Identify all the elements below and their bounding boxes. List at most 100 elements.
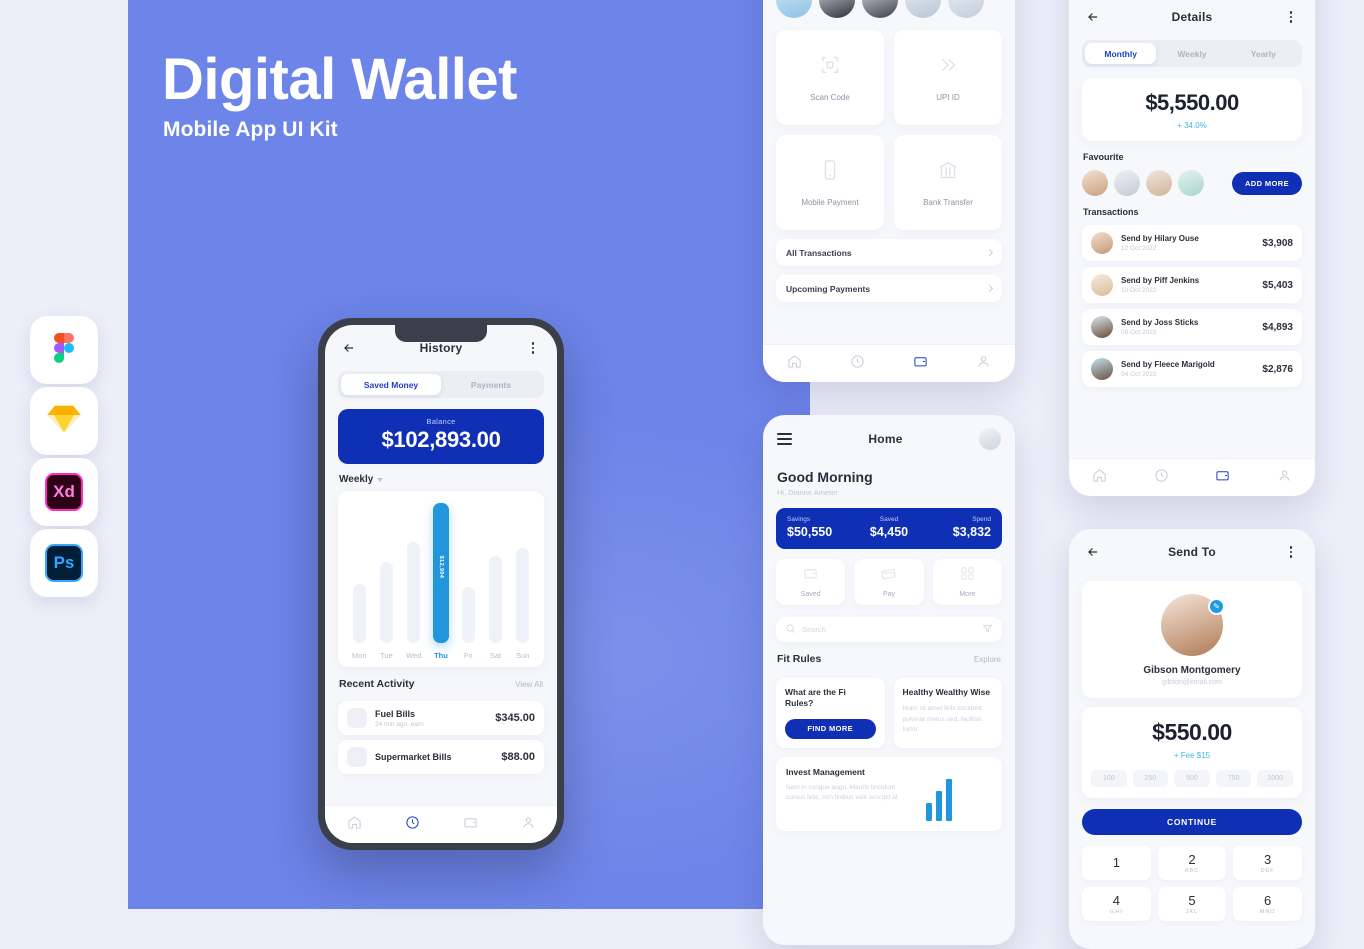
axis-tick: Fri	[463, 651, 473, 660]
chevron-right-icon	[985, 284, 994, 293]
bar-column	[456, 503, 480, 643]
avatar[interactable]	[905, 0, 941, 18]
content-card-row: What are the Fi Rules? FIND MORE Healthy…	[763, 671, 1015, 748]
period-label: Weekly	[339, 474, 374, 485]
nav-home-icon[interactable]	[787, 354, 802, 374]
key-1[interactable]: 1	[1082, 846, 1151, 880]
table-row[interactable]: Send by Piff Jenkins 10 Oct 2022 $5,403	[1082, 267, 1302, 303]
action-pay[interactable]: Pay	[854, 559, 924, 605]
back-arrow-icon[interactable]	[1083, 7, 1103, 27]
key-letters: GHI	[1109, 909, 1123, 915]
figma-tool-button[interactable]	[30, 316, 98, 384]
view-all-link[interactable]: View All	[515, 680, 543, 689]
recipient-avatar[interactable]: ✎	[1161, 594, 1225, 656]
period-selector[interactable]: Weekly	[325, 464, 557, 485]
tile-label: UPI ID	[936, 92, 960, 102]
avatar	[1091, 316, 1113, 338]
avatar[interactable]	[862, 0, 898, 18]
tile-scan-code[interactable]: Scan Code	[776, 30, 884, 125]
chip-100[interactable]: 100	[1091, 770, 1127, 787]
contact-avatar-strip	[763, 0, 1015, 18]
table-row[interactable]: Send by Hilary Ouse 12 Oct 2022 $3,908	[1082, 225, 1302, 261]
find-more-button[interactable]: FIND MORE	[785, 718, 876, 739]
nav-wallet-icon[interactable]	[463, 815, 478, 835]
card-invest-management[interactable]: Invest Management Nam in congue augu. Ma…	[776, 756, 1002, 831]
explore-link[interactable]: Explore	[974, 655, 1001, 664]
transaction-date: 12 Oct 2022	[1121, 245, 1157, 252]
tab-weekly[interactable]: Weekly	[1156, 43, 1227, 64]
home-header: Home	[763, 415, 1015, 459]
nav-home-icon[interactable]	[1092, 468, 1107, 488]
avatar[interactable]	[948, 0, 984, 18]
nav-profile-icon[interactable]	[1277, 468, 1292, 488]
favourite-label: Favourite	[1083, 152, 1124, 162]
nav-history-icon[interactable]	[850, 354, 865, 374]
stat-value: $3,832	[952, 525, 991, 539]
avatar[interactable]	[819, 0, 855, 18]
nav-history-icon[interactable]	[405, 815, 420, 835]
add-more-button[interactable]: ADD MORE	[1231, 171, 1302, 195]
row-all-transactions[interactable]: All Transactions	[776, 239, 1002, 266]
chip-750[interactable]: 750	[1215, 770, 1252, 787]
more-options-icon[interactable]	[523, 338, 543, 358]
menu-icon[interactable]	[777, 433, 792, 445]
chevrons-right-icon	[937, 54, 959, 81]
payment-phone: Scan Code UPI ID Mobile Payment Bank Tra…	[763, 0, 1015, 382]
table-row[interactable]: Send by Fleece Marigold 04 Oct 2022 $2,8…	[1082, 351, 1302, 387]
nav-home-icon[interactable]	[347, 815, 362, 835]
tile-mobile-payment[interactable]: Mobile Payment	[776, 135, 884, 230]
bottom-navigation	[325, 805, 557, 843]
key-6[interactable]: 6 MNO	[1233, 887, 1302, 921]
list-item[interactable]: Fuel Bills 24 min ago, earn $345.00	[338, 701, 544, 735]
nav-history-icon[interactable]	[1154, 468, 1169, 488]
back-arrow-icon[interactable]	[1083, 542, 1103, 562]
avatar[interactable]	[978, 428, 1001, 450]
key-3[interactable]: 3 DEF	[1233, 846, 1302, 880]
avatar[interactable]	[1082, 170, 1108, 196]
stat-saved: Saved $4,450	[855, 516, 923, 539]
tab-saved-money[interactable]: Saved Money	[341, 374, 441, 395]
sketch-tool-button[interactable]	[30, 387, 98, 455]
axis-tick: Thu	[434, 651, 448, 660]
more-options-icon[interactable]	[1281, 542, 1301, 562]
back-arrow-icon[interactable]	[339, 338, 359, 358]
key-2[interactable]: 2 ABC	[1157, 846, 1227, 880]
nav-profile-icon[interactable]	[976, 354, 991, 374]
avatar[interactable]	[1114, 170, 1140, 196]
key-5[interactable]: 5 JKL	[1157, 887, 1227, 921]
activity-amount: $88.00	[501, 751, 535, 763]
action-more[interactable]: More	[932, 559, 1002, 605]
list-item[interactable]: Supermarket Bills $88.00	[338, 740, 544, 774]
tile-upi-id[interactable]: UPI ID	[894, 30, 1002, 125]
card-healthy-wealthy[interactable]: Healthy Wealthy Wise Nunc sit amet felis…	[893, 678, 1002, 748]
payment-method-tiles: Scan Code UPI ID Mobile Payment Bank Tra…	[763, 18, 1015, 230]
edit-pencil-icon[interactable]: ✎	[1208, 598, 1225, 615]
continue-button[interactable]: CONTINUE	[1082, 809, 1302, 835]
avatar[interactable]	[1146, 170, 1172, 196]
nav-wallet-icon[interactable]	[913, 354, 928, 374]
photoshop-tool-button[interactable]: Ps	[30, 529, 98, 597]
tab-payments[interactable]: Payments	[441, 374, 541, 395]
filter-icon[interactable]	[982, 621, 993, 639]
more-options-icon[interactable]	[1281, 7, 1301, 27]
nav-profile-icon[interactable]	[521, 815, 536, 835]
tile-bank-transfer[interactable]: Bank Transfer	[894, 135, 1002, 230]
home-title: Home	[868, 432, 903, 446]
row-upcoming-payments[interactable]: Upcoming Payments	[776, 275, 1002, 302]
key-4[interactable]: 4 GHI	[1082, 887, 1151, 921]
avatar[interactable]	[1178, 170, 1204, 196]
chip-1000[interactable]: 1000	[1257, 770, 1293, 787]
figma-icon	[49, 332, 79, 368]
table-row[interactable]: Send by Joss Sticks 08 Oct 2022 $4,893	[1082, 309, 1302, 345]
tab-yearly[interactable]: Yearly	[1228, 43, 1299, 64]
nav-wallet-icon[interactable]	[1215, 468, 1230, 488]
xd-tool-button[interactable]: Xd	[30, 458, 98, 526]
tab-monthly[interactable]: Monthly	[1085, 43, 1157, 64]
avatar[interactable]	[776, 0, 812, 18]
search-bar[interactable]: Search	[776, 617, 1002, 642]
action-saved[interactable]: Saved	[776, 559, 846, 605]
action-label: Saved	[800, 591, 821, 598]
chip-500[interactable]: 500	[1174, 770, 1210, 787]
chip-250[interactable]: 250	[1132, 770, 1169, 787]
card-fi-rules[interactable]: What are the Fi Rules? FIND MORE	[776, 678, 885, 748]
